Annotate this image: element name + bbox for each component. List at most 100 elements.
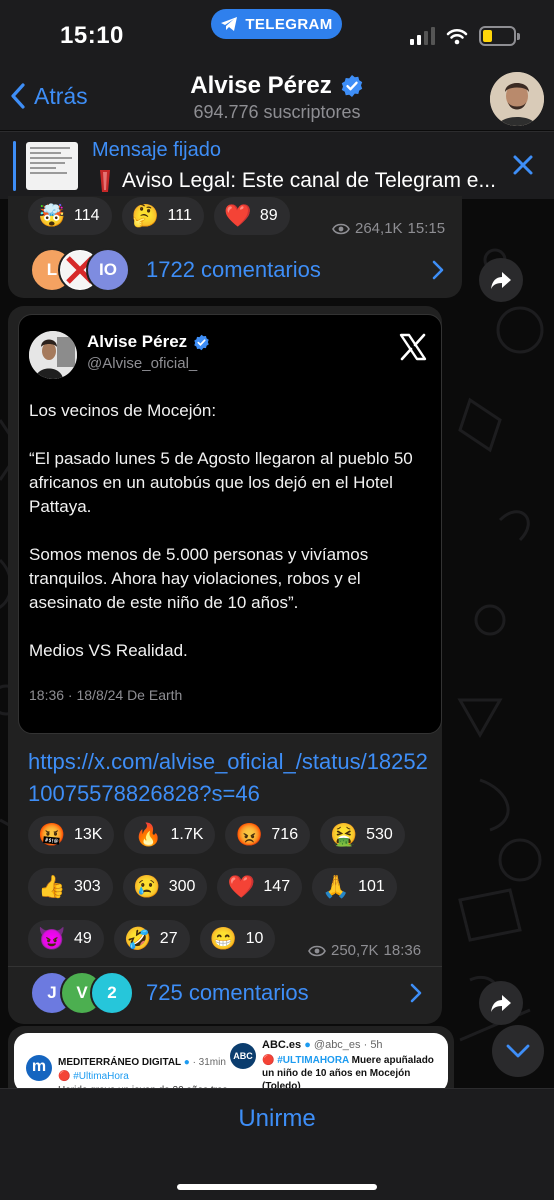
wifi-icon	[446, 28, 468, 45]
subscriber-count: 694.776 suscriptores	[193, 102, 361, 122]
reaction-pill[interactable]: 😢 300	[122, 868, 208, 906]
post1-meta: 264,1K 15:15	[332, 220, 445, 237]
reaction-pill[interactable]: 😈 49	[28, 920, 104, 958]
tweet-author-name: Alvise Pérez	[87, 332, 210, 352]
tweet-screenshot-card[interactable]: Alvise Pérez @Alvise_oficial_ Los vecino…	[18, 314, 442, 734]
reaction-emoji-icon: 🤬	[38, 822, 66, 847]
reaction-count: 13K	[74, 826, 103, 843]
pinned-text: Aviso Legal: Este canal de Telegram e...	[122, 169, 496, 192]
post1-views: 264,1K	[355, 220, 403, 237]
reaction-count: 716	[271, 826, 299, 843]
post2-comments-button[interactable]: J V 2 725 comentarios	[30, 971, 428, 1015]
reaction-pill[interactable]: 🤮 530	[320, 816, 405, 854]
x-logo-icon	[399, 333, 427, 361]
reaction-pill[interactable]: 🤯 114	[28, 197, 112, 235]
post2-meta: 250,7K 18:36	[308, 942, 421, 959]
reaction-pill[interactable]: 😁 10	[199, 920, 276, 958]
reaction-emoji-icon: 😁	[209, 926, 238, 951]
tweet-avatar-photo	[29, 331, 77, 379]
channel-name: Alvise Pérez	[190, 72, 332, 99]
telegram-return-pill[interactable]: TELEGRAM	[211, 9, 342, 39]
reaction-pill[interactable]: ❤️ 89	[213, 197, 290, 235]
reaction-emoji-icon: 🤮	[330, 822, 358, 847]
verified-badge-icon	[341, 75, 362, 97]
reaction-pill[interactable]: 🤣 27	[113, 920, 190, 958]
mediterraneo-logo-icon: m	[26, 1055, 52, 1081]
post1-share-button[interactable]	[479, 258, 523, 302]
share-arrow-icon	[491, 995, 511, 1012]
tweet-author-avatar	[29, 331, 77, 379]
post1-comments-button[interactable]: L IO 1722 comentarios	[30, 248, 448, 292]
post3-left-tag: 🔴 #UltimaHora	[58, 1071, 129, 1082]
verified-badge-icon: ●	[304, 1039, 311, 1051]
reaction-pill[interactable]: 😡 716	[225, 816, 311, 854]
reaction-emoji-icon: 👍	[38, 874, 66, 899]
reaction-emoji-icon: 🤣	[124, 926, 152, 951]
reaction-count: 49	[74, 930, 92, 947]
chevron-right-icon	[432, 260, 444, 280]
post2-time: 18:36	[383, 942, 422, 959]
pinned-title: Mensaje fijado	[92, 139, 221, 161]
close-icon[interactable]	[510, 152, 536, 178]
reaction-count: 303	[74, 878, 101, 895]
reaction-emoji-icon: 🤔	[131, 203, 160, 228]
tweet-paragraph: “El pasado lunes 5 de Agosto llegaron al…	[29, 449, 413, 516]
post2-comments-label: 725 comentarios	[146, 980, 309, 1005]
reaction-count: 1.7K	[170, 826, 204, 843]
reaction-pill[interactable]: 👍 303	[28, 868, 113, 906]
reaction-emoji-icon: 😈	[38, 926, 66, 951]
views-eye-icon	[308, 945, 326, 956]
post2-views: 250,7K	[331, 942, 379, 959]
pinned-message-bar[interactable]: Mensaje fijado Aviso Legal: Este canal d…	[0, 131, 554, 199]
reaction-count: 89	[259, 207, 278, 224]
reaction-emoji-icon: ❤️	[224, 203, 252, 228]
red-triangular-flag-icon	[100, 170, 110, 192]
post2-link[interactable]: https://x.com/alvise_oficial_/status/182…	[28, 746, 428, 810]
tweet-timestamp: 18:36 · 18/8/24 De Earth	[29, 687, 183, 703]
reaction-emoji-icon: 😢	[133, 874, 161, 899]
post3-left-source: MEDITERRÁNEO DIGITAL	[58, 1057, 181, 1068]
post1-time: 15:15	[407, 220, 446, 237]
pinned-thumbnail	[26, 142, 78, 190]
status-icons	[410, 26, 520, 46]
reaction-pill[interactable]: ❤️ 147	[217, 868, 303, 906]
abc-logo-icon: ABC	[230, 1043, 256, 1069]
status-time: 15:10	[60, 22, 124, 49]
divider	[8, 966, 442, 967]
verified-badge-icon	[194, 334, 209, 350]
post2-reactions-row-2: 👍 303 😢 300 ❤️ 147 🙏 101	[28, 868, 397, 906]
post3-right-header: ABC.es ● @abc_es · 5h	[262, 1039, 383, 1051]
verified-badge-icon: ●	[183, 1057, 190, 1068]
join-footer: Unirme	[0, 1088, 554, 1200]
scroll-down-button[interactable]	[492, 1025, 544, 1077]
reaction-pill[interactable]: 🤔 111	[121, 197, 204, 235]
reaction-pill[interactable]: 🙏 101	[312, 868, 397, 906]
pinned-indicator	[13, 141, 16, 191]
post1-commenter-avatars: L IO	[30, 248, 134, 292]
post1-reactions: 🤯 114 🤔 111 ❤️ 89	[28, 197, 290, 235]
reaction-pill[interactable]: 🔥 1.7K	[124, 816, 216, 854]
pinned-preview: Aviso Legal: Este canal de Telegram e...	[92, 168, 510, 194]
tweet-name: Alvise Pérez	[87, 332, 188, 351]
post2-share-button[interactable]	[479, 981, 523, 1025]
reaction-emoji-icon: 🤯	[38, 203, 66, 228]
channel-title-block[interactable]: Alvise Pérez 694.776 suscriptores	[0, 72, 554, 123]
post2-reactions-row-3: 😈 49 🤣 27 😁 10	[28, 920, 276, 958]
telegram-pill-label: TELEGRAM	[245, 15, 333, 33]
status-bar: 15:10 TELEGRAM	[0, 0, 554, 66]
post3-left-header: MEDITERRÁNEO DIGITAL ● · 31min	[58, 1057, 226, 1068]
post3-right-handle: @abc_es · 5h	[313, 1039, 383, 1051]
reaction-count: 27	[159, 930, 178, 947]
cellular-signal-icon	[410, 27, 435, 45]
post3-right-panel: ABC ABC.es ● @abc_es · 5h 🔴 #ULTIMAHORA …	[220, 1033, 448, 1093]
home-indicator	[177, 1184, 377, 1190]
commenter-avatar: 2	[90, 971, 134, 1015]
post3-right-source: ABC.es	[262, 1039, 302, 1051]
reaction-pill[interactable]: 🤬 13K	[28, 816, 115, 854]
channel-avatar[interactable]	[490, 72, 544, 126]
tweet-handle: @Alvise_oficial_	[87, 355, 198, 372]
reaction-count: 114	[74, 207, 100, 224]
reaction-emoji-icon: ❤️	[227, 874, 256, 899]
post3-image[interactable]: m MEDITERRÁNEO DIGITAL ● · 31min 🔴 #Ulti…	[14, 1033, 448, 1093]
join-button[interactable]: Unirme	[0, 1105, 554, 1133]
